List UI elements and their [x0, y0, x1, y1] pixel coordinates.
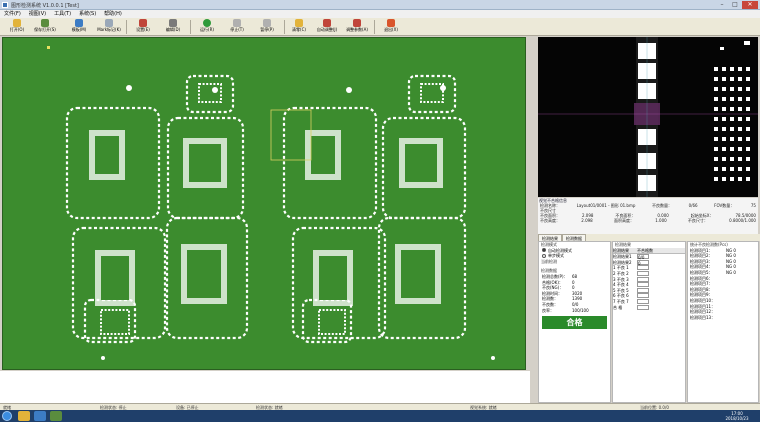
toolbar: 打开(O) 保存打开(S) 模板(M) Mark标记(K) 设置(E) 编辑(D… [0, 18, 760, 36]
maximize-button[interactable]: □ [729, 1, 741, 9]
board-view-footer [0, 371, 530, 403]
auto-adjust-button[interactable]: 自动调整(J) [314, 19, 340, 35]
settings-button[interactable]: 设置(E) [130, 19, 156, 35]
chip-outline [420, 83, 444, 103]
start-button[interactable] [2, 411, 12, 421]
pause-icon [263, 19, 271, 27]
chip-outline [100, 309, 130, 335]
folder-icon [13, 19, 21, 27]
pcb-region [407, 74, 457, 114]
detect-result-panel: 检测结果 检测结果 不合格数 检测结果1 0/0 检测结果2 0 1 不良 1 2 不… [612, 241, 686, 403]
toolbar-separator [126, 20, 127, 34]
menu-view[interactable]: 视图(V) [25, 10, 50, 18]
camera-view[interactable] [538, 37, 758, 197]
taskbar: 17:00 2018/10/23 [0, 410, 760, 422]
stat-row: 良率： 100/100 [542, 307, 589, 313]
toolbar-separator [374, 20, 375, 34]
menu-system[interactable]: 系统(S) [75, 10, 100, 18]
template-icon [75, 19, 83, 27]
detail-row: 不良高度： 2.098 面积高度： 1.000 不良尺寸： 0.8000/1.000 [540, 218, 756, 223]
fiducial-mark [491, 356, 495, 360]
menu-file[interactable]: 文件(F) [0, 10, 25, 18]
mark-button[interactable]: Mark标记(K) [96, 19, 122, 35]
camera-image [538, 37, 758, 197]
chip-outline [318, 309, 346, 335]
close-button[interactable]: ✕ [742, 1, 758, 9]
result-row: 合 格 [613, 304, 685, 311]
pcb-board-view[interactable] [2, 37, 526, 370]
adjust-params-button[interactable]: 调整参数(A) [344, 19, 370, 35]
fiducial-mark [346, 87, 352, 93]
fiducial-mark [212, 87, 218, 93]
radio-selected [542, 248, 546, 253]
toolbar-separator [190, 20, 191, 34]
defect-info-panel: 视觉不合格信息 检测名称： Layout01/0001 - 图形 01.bmp 不良… [538, 198, 758, 234]
defect-stat-row: 检测项目13： [690, 314, 716, 320]
fiducial-mark [101, 356, 105, 360]
exit-button[interactable]: 退出(X) [378, 19, 404, 35]
pcb-region [83, 298, 137, 344]
pass-result-badge: 合格 [542, 316, 607, 330]
explorer-task-icon[interactable] [18, 411, 30, 421]
open-button[interactable]: 打开(O) [4, 19, 30, 35]
tab-data[interactable]: 检测数据 [562, 234, 586, 241]
title-bar: 图形检测系统 V1.0.0.1 [Test] – □ ✕ [0, 0, 760, 10]
fiducial-mark [440, 85, 446, 91]
adjust-icon [323, 19, 331, 27]
stop-button[interactable]: 停止(T) [224, 19, 250, 35]
browser-task-icon[interactable] [34, 411, 46, 421]
status-bar: 就绪 检测状态: 停止 设备: 已停止 检测状态: 就绪 视觉系统: 就绪 当前… [0, 403, 760, 410]
defect-stats-panel: 统计不良检测数(Pcs) 检测项目1： NG 0 检测项目2： NG 0 检测项目3… [687, 241, 759, 403]
menu-tools[interactable]: 工具(T) [50, 10, 75, 18]
detect-mode-panel: 检测模式 自动检测模式 单步模式 当前检测 检测数据 检测总数(P)： 68 合格… [538, 241, 611, 403]
taskbar-clock: 17:00 2018/10/23 [725, 411, 749, 421]
toolbar-separator [284, 20, 285, 34]
edit-icon [169, 19, 177, 27]
pcb-region [301, 298, 353, 344]
current-detect-label: 当前检测 [541, 258, 557, 264]
window-title: 图形检测系统 V1.0.0.1 [Test] [11, 3, 79, 9]
run-icon [203, 19, 211, 27]
chip-outline [198, 83, 222, 103]
pcb-layout [47, 46, 495, 360]
pause-button[interactable]: 暂停(P) [254, 19, 280, 35]
menu-help[interactable]: 帮助(H) [100, 10, 126, 18]
template-button[interactable]: 模板(M) [66, 19, 92, 35]
mark-icon [105, 19, 113, 27]
app-task-icon[interactable] [50, 411, 62, 421]
edit-button[interactable]: 编辑(D) [160, 19, 186, 35]
params-icon [353, 19, 361, 27]
settings-icon [139, 19, 147, 27]
result-tabs: 检测结果 检测数据 [538, 234, 760, 241]
pcb-region [185, 74, 235, 114]
origin-marker [47, 46, 50, 49]
fiducial-mark [126, 85, 132, 91]
save-icon [41, 19, 49, 27]
menu-bar: 文件(F) 视图(V) 工具(T) 系统(S) 帮助(H) [0, 10, 760, 18]
clear-button[interactable]: 清零(C) [286, 19, 312, 35]
clear-icon [295, 19, 303, 27]
run-button[interactable]: 运行(R) [194, 19, 220, 35]
save-open-button[interactable]: 保存打开(S) [32, 19, 58, 35]
exit-icon [387, 19, 395, 27]
radio-unselected [542, 253, 546, 258]
minimize-button[interactable]: – [716, 1, 728, 9]
stop-icon [233, 19, 241, 27]
tab-results[interactable]: 检测结果 [538, 234, 562, 241]
app-icon [2, 2, 8, 8]
